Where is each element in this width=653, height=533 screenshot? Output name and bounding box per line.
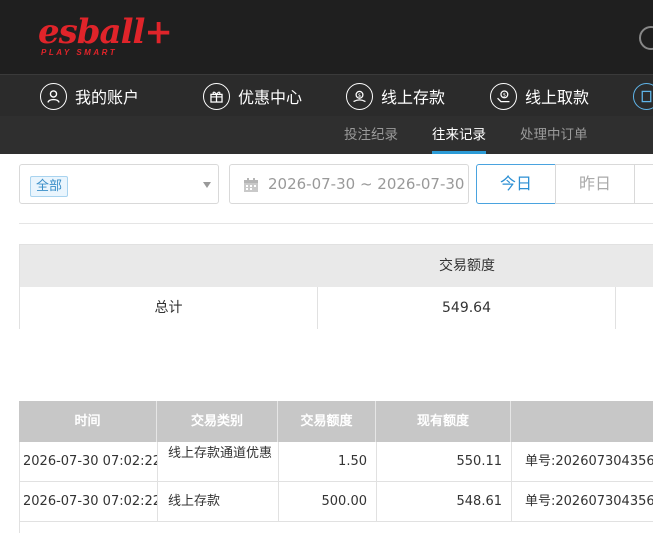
calendar-icon — [244, 178, 258, 192]
sub-nav: 投注纪录 往来记录 处理中订单 — [0, 116, 653, 154]
profile-icon[interactable] — [639, 26, 653, 50]
nav-item-more[interactable] — [633, 75, 653, 117]
nav-item-promotions[interactable]: 优惠中心 — [203, 75, 302, 117]
divider — [19, 223, 653, 224]
nav-item-online-withdraw[interactable]: $ 线上取款 — [490, 75, 589, 117]
summary-total-row: 总计 549.64 — [20, 287, 653, 329]
cell-order-number: 单号:2026073043569 — [525, 494, 653, 509]
nav-item-label: 线上取款 — [525, 88, 590, 107]
cell-order-number: 单号:2026073043569 — [525, 454, 653, 469]
user-icon — [40, 82, 67, 110]
esball-logo[interactable]: esball+ PLAY SMART — [38, 12, 173, 62]
summary-total-label: 总计 — [20, 287, 318, 329]
date-range-value: 2026-07-30 ~ 2026-07-30 — [268, 175, 465, 193]
nav-item-my-account[interactable]: 我的账户 — [40, 75, 139, 117]
summary-total-amount: 549.64 — [318, 287, 616, 329]
column-header-note — [511, 401, 653, 442]
logo-tagline: PLAY SMART — [41, 48, 118, 57]
table-header: 时间 交易类别 交易额度 现有额度 — [19, 401, 653, 442]
nav-item-label: 我的账户 — [75, 88, 140, 107]
summary-table: 交易额度 总计 549.64 — [19, 244, 653, 329]
chevron-down-icon — [203, 182, 211, 188]
column-header-time: 时间 — [19, 401, 157, 442]
cell-time: 2026-07-30 07:02:22 — [20, 442, 158, 482]
yesterday-button[interactable]: 昨日 — [555, 164, 635, 204]
cell-balance: 550.11 — [377, 442, 512, 482]
more-range-button[interactable] — [634, 164, 653, 204]
withdraw-icon: $ — [490, 82, 517, 110]
selected-type-tag: 全部 — [30, 176, 69, 197]
gift-icon — [203, 82, 230, 110]
main-nav: 我的账户 优惠中心 $ 线上存款 $ 线上取款 — [0, 74, 653, 116]
site-header: esball+ PLAY SMART — [0, 0, 653, 74]
table-row: 2026-07-30 07:02:22 线上存款通道优惠 1.50 550.11… — [19, 442, 653, 482]
tab-pending-orders[interactable]: 处理中订单 — [520, 116, 588, 154]
cell-amount: 500.00 — [279, 482, 377, 522]
summary-header: 交易额度 — [20, 245, 653, 287]
table-row: 2026-07-30 07:02:22 线上存款 500.00 548.61 单… — [19, 482, 653, 522]
nav-item-label: 优惠中心 — [238, 88, 303, 107]
svg-text:$: $ — [358, 92, 361, 98]
record-icon — [633, 82, 653, 110]
today-button[interactable]: 今日 — [476, 164, 556, 204]
deposit-icon: $ — [346, 82, 373, 110]
table-row — [19, 522, 653, 533]
summary-extra-cell — [616, 287, 653, 329]
nav-item-label: 线上存款 — [381, 88, 446, 107]
date-range-picker[interactable]: 2026-07-30 ~ 2026-07-30 — [229, 164, 469, 204]
tab-bet-records[interactable]: 投注纪录 — [344, 116, 398, 154]
column-header-balance: 现有额度 — [376, 401, 511, 442]
cell-type: 线上存款 — [158, 482, 279, 522]
tab-transaction-records[interactable]: 往来记录 — [432, 116, 486, 154]
column-header-amount: 交易额度 — [278, 401, 376, 442]
cell-amount: 1.50 — [279, 442, 377, 482]
logo-wordmark: esball+ — [38, 12, 173, 52]
column-header-type: 交易类别 — [157, 401, 278, 442]
cell-type: 线上存款通道优惠 — [158, 442, 279, 482]
cell-time: 2026-07-30 07:02:22 — [20, 482, 158, 522]
cell-balance: 548.61 — [377, 482, 512, 522]
summary-header-amount: 交易额度 — [439, 258, 495, 274]
nav-item-online-deposit[interactable]: $ 线上存款 — [346, 75, 445, 117]
transaction-type-select[interactable]: 全部 — [19, 164, 219, 204]
svg-text:$: $ — [503, 92, 506, 98]
